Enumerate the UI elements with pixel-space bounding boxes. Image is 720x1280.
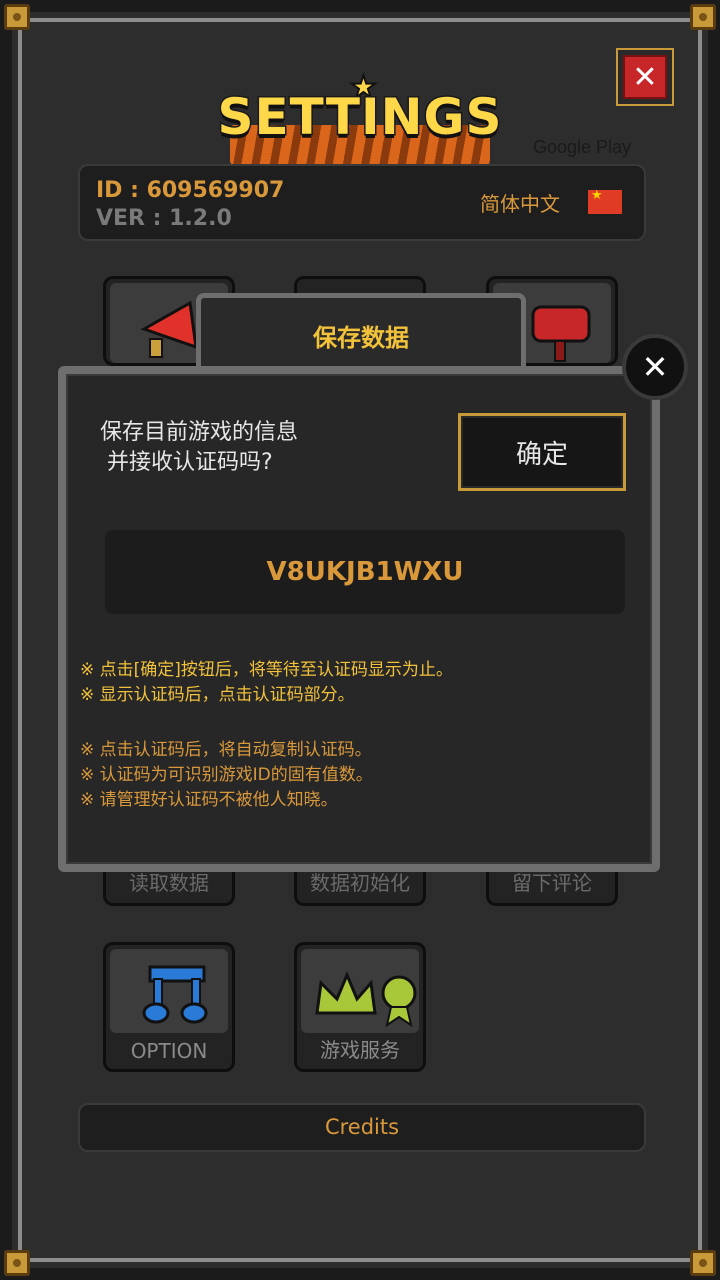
music-note-icon	[110, 949, 228, 1033]
player-id: ID : 609569907	[96, 178, 285, 203]
corner-rivet-icon	[4, 1250, 30, 1276]
account-info-panel: ID : 609569907 VER : 1.2.0 简体中文	[78, 164, 646, 241]
load-data-button[interactable]: 读取数据	[103, 866, 235, 906]
note-line: ※ 点击认证码后，将自动复制认证码。	[80, 740, 372, 760]
game-service-button[interactable]: 游戏服务	[294, 942, 426, 1072]
note-line: ※ 点击[确定]按钮后，将等待至认证码显示为止。	[80, 660, 453, 680]
dialog-close-button[interactable]: ✕	[622, 334, 688, 400]
credits-button[interactable]: Credits	[78, 1103, 646, 1152]
crown-badge-icon	[301, 949, 419, 1033]
confirm-label: 确定	[461, 416, 623, 488]
corner-rivet-icon	[4, 4, 30, 30]
verification-code[interactable]: V8UKJB1WXU	[105, 530, 625, 614]
corner-rivet-icon	[690, 4, 716, 30]
google-play-label[interactable]: Google Play	[533, 137, 631, 158]
review-button[interactable]: 留下评论	[486, 866, 618, 906]
notes-secondary: ※ 点击认证码后，将自动复制认证码。 ※ 认证码为可识别游戏ID的固有值数。 ※…	[80, 738, 373, 813]
dialog-title: 保存数据	[313, 324, 409, 352]
note-line: ※ 显示认证码后，点击认证码部分。	[80, 685, 355, 705]
note-line: ※ 请管理好认证码不被他人知晓。	[80, 790, 338, 810]
dialog-title-tab: 保存数据	[196, 293, 526, 375]
china-flag-icon[interactable]	[588, 188, 622, 214]
language-selector[interactable]: 简体中文	[480, 188, 560, 217]
reset-data-button[interactable]: 数据初始化	[294, 866, 426, 906]
close-settings-button[interactable]: ✕	[616, 48, 674, 106]
logo-title: SETTINGS	[216, 87, 503, 148]
notes-primary: ※ 点击[确定]按钮后，将等待至认证码显示为止。 ※ 显示认证码后，点击认证码部…	[80, 658, 453, 708]
note-line: ※ 认证码为可识别游戏ID的固有值数。	[80, 765, 373, 785]
close-icon: ✕	[623, 55, 667, 99]
dialog-message: 保存目前游戏的信息 并接收认证码吗?	[100, 420, 299, 475]
version-label: VER : 1.2.0	[96, 206, 232, 231]
corner-rivet-icon	[690, 1250, 716, 1276]
option-label: OPTION	[130, 1039, 208, 1063]
confirm-button[interactable]: 确定	[458, 413, 626, 491]
settings-logo: ★ SETTINGS	[210, 69, 510, 170]
game-service-label: 游戏服务	[320, 1038, 400, 1062]
option-button[interactable]: OPTION	[103, 942, 235, 1072]
